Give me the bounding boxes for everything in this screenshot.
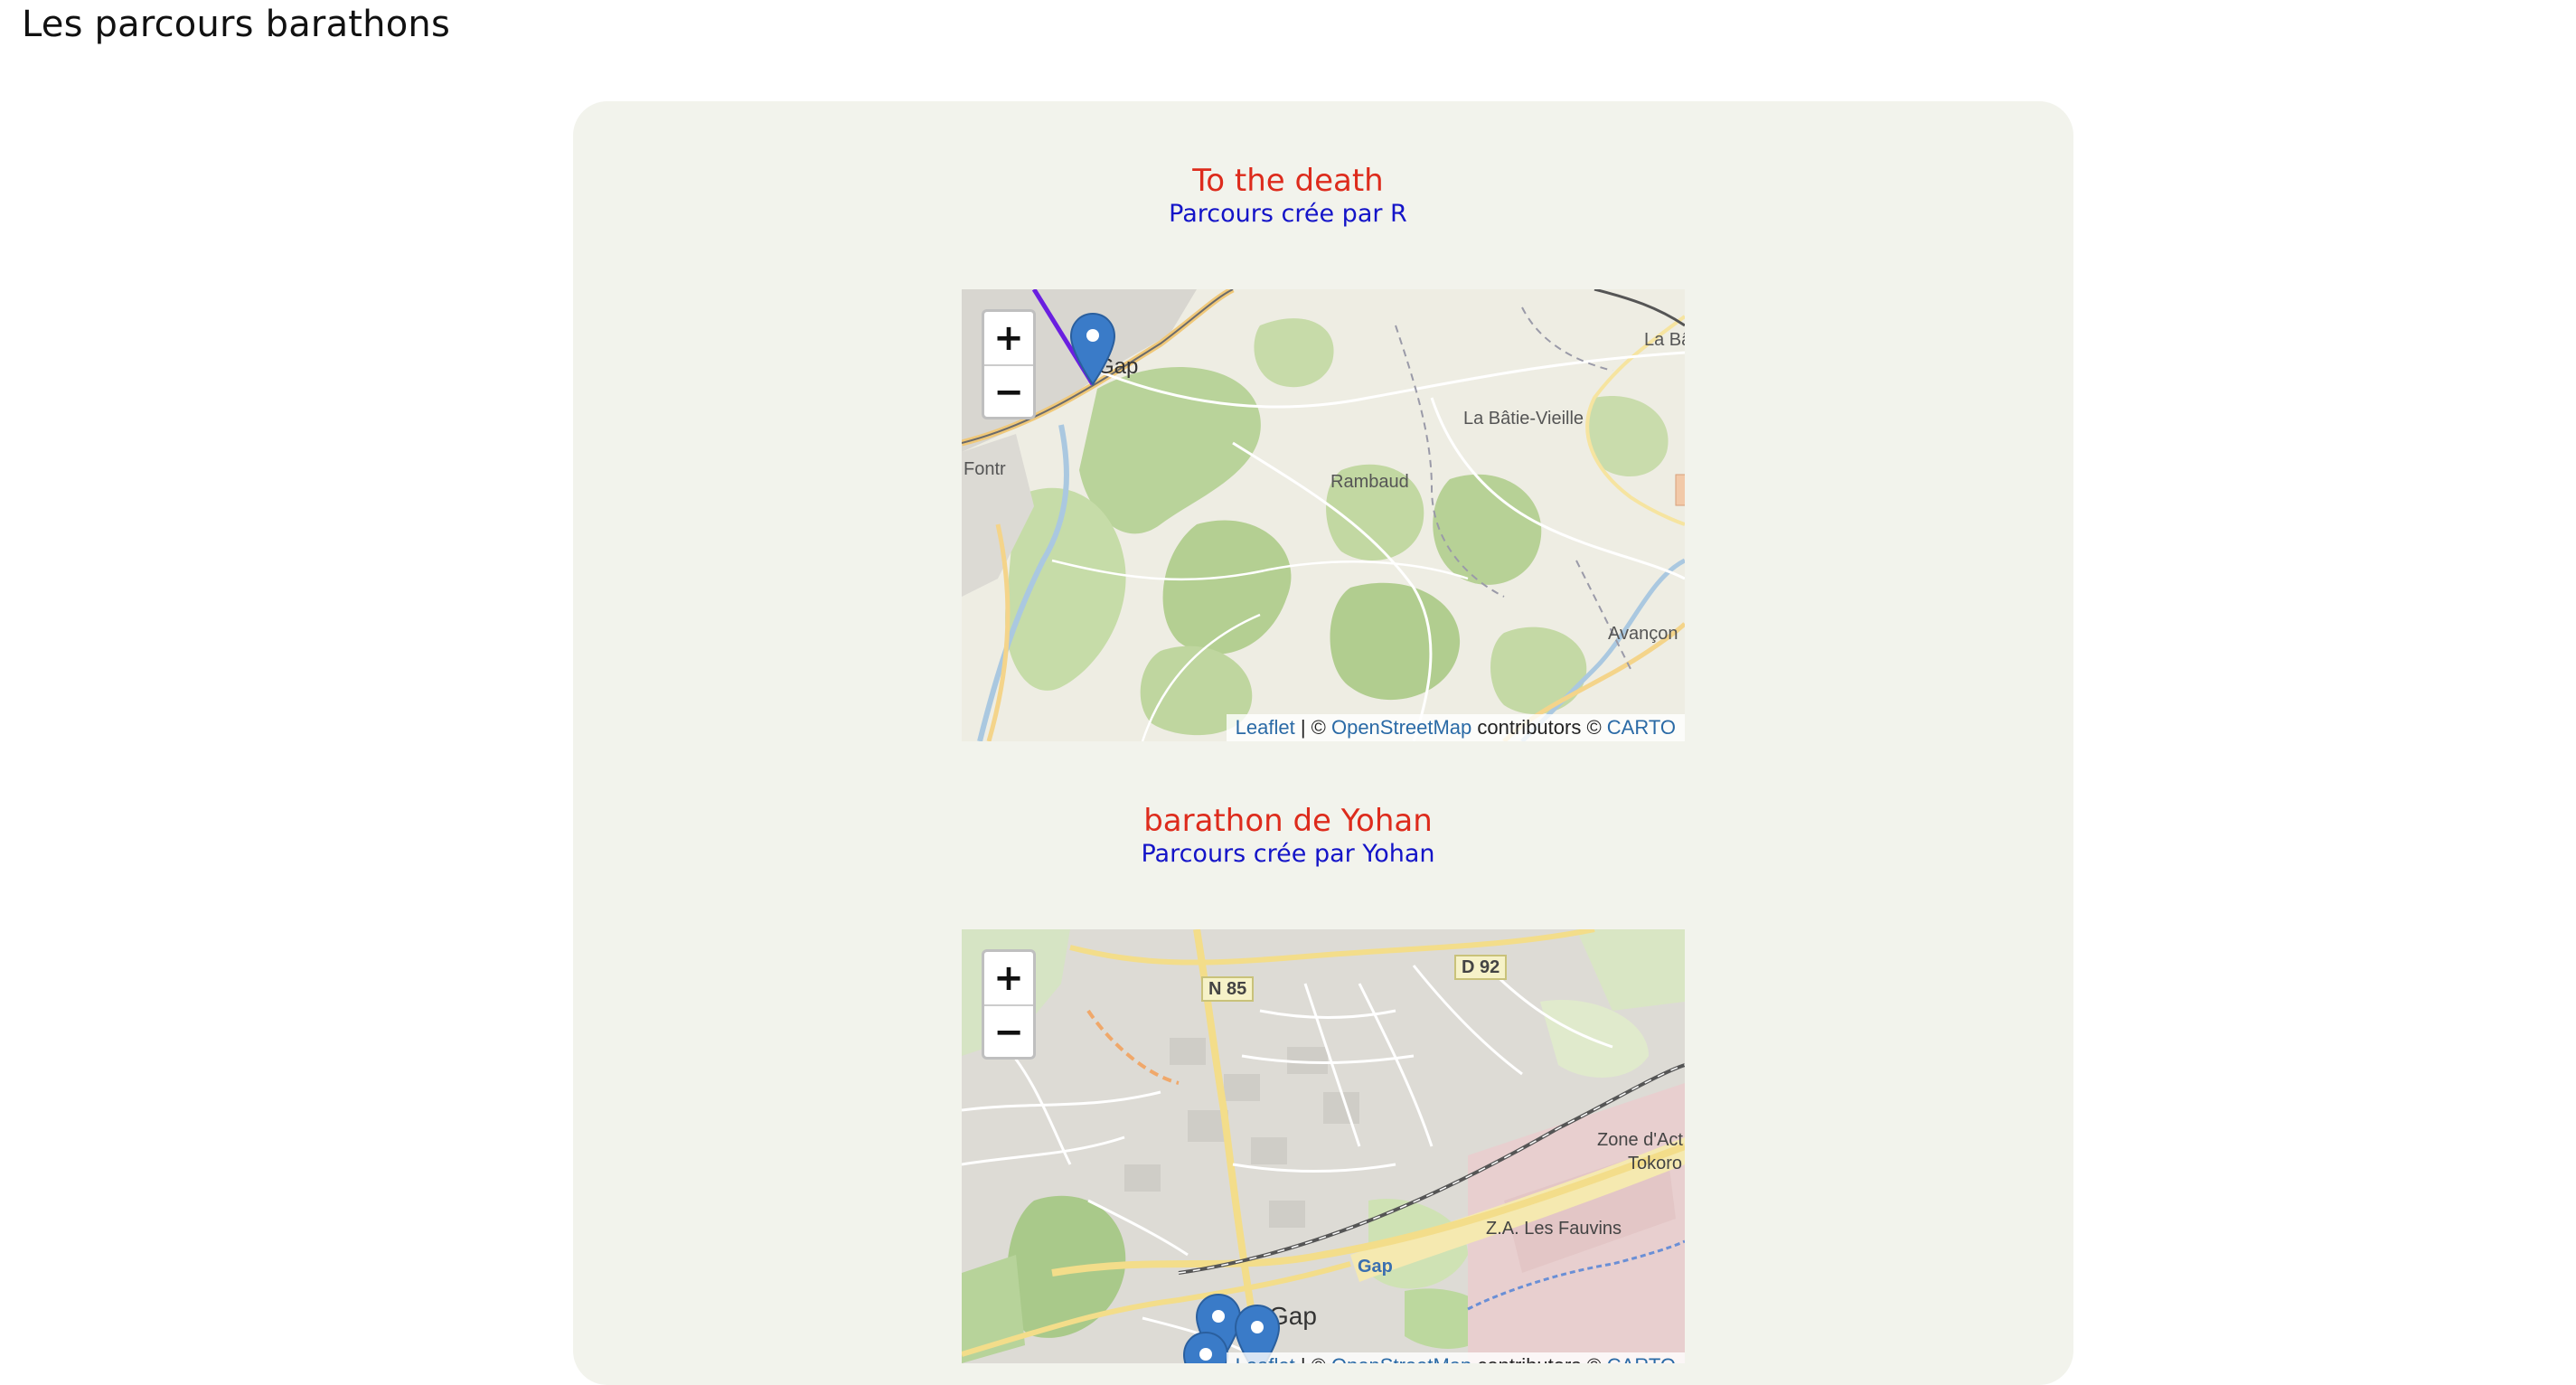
leaflet-link[interactable]: Leaflet	[1236, 716, 1295, 739]
map-label-la-batie-vieille: La Bâtie-Vieille	[1463, 409, 1584, 429]
map-label-avancon: Avançon	[1608, 624, 1678, 644]
page-title: Les parcours barathons	[22, 4, 450, 45]
attribution-sep: | ©	[1294, 716, 1331, 739]
route-card-1: To the death Parcours crée par R	[0, 163, 2576, 230]
zoom-control: + −	[982, 949, 1036, 1060]
zoom-out-button[interactable]: −	[984, 366, 1033, 419]
attribution-contributors: contributors ©	[1471, 1354, 1607, 1363]
route-title: barathon de Yohan	[1143, 803, 1433, 839]
attribution-sep: | ©	[1295, 1354, 1331, 1363]
map-marker-icon[interactable]	[1182, 1331, 1229, 1363]
map-tiles	[962, 929, 1685, 1363]
attribution-contributors: contributors ©	[1471, 716, 1607, 739]
map-label-la-ba: La Bâ	[1644, 330, 1685, 350]
map-label-zone-dact: Zone d'Act	[1597, 1130, 1683, 1150]
route-author: Parcours crée par Yohan	[1141, 840, 1435, 868]
carto-link[interactable]: CARTO	[1607, 1354, 1676, 1363]
route-card-2: barathon de Yohan Parcours crée par Yoha…	[0, 803, 2576, 870]
zoom-in-button[interactable]: +	[984, 952, 1033, 1006]
road-shield-d92: D 92	[1454, 955, 1508, 980]
leaflet-link[interactable]: Leaflet	[1236, 1354, 1295, 1363]
map-attribution: Leaflet | © OpenStreetMap contributors ©…	[1226, 1352, 1685, 1363]
route-author: Parcours crée par R	[1169, 200, 1407, 228]
route-title: To the death	[1192, 163, 1384, 199]
zoom-control: + −	[982, 309, 1036, 419]
map-label-fontr: Fontr	[964, 459, 1006, 479]
zoom-out-button[interactable]: −	[984, 1006, 1033, 1059]
map-label-za-fauvins: Z.A. Les Fauvins	[1486, 1219, 1622, 1239]
map-label-gap-station: Gap	[1358, 1257, 1393, 1277]
openstreetmap-link[interactable]: OpenStreetMap	[1331, 716, 1471, 739]
zoom-in-button[interactable]: +	[984, 312, 1033, 366]
map-label-rambaud: Rambaud	[1330, 472, 1409, 492]
carto-link[interactable]: CARTO	[1607, 716, 1676, 739]
route-map-2[interactable]: N 85 D 92 Zone d'Act Tokoro Z.A. Les Fau…	[962, 929, 1685, 1363]
map-attribution: Leaflet | © OpenStreetMap contributors ©…	[1226, 714, 1685, 741]
map-marker-icon[interactable]	[1069, 312, 1116, 386]
road-shield-n85: N 85	[1201, 976, 1255, 1002]
openstreetmap-link[interactable]: OpenStreetMap	[1331, 1354, 1471, 1363]
route-map-1[interactable]: Gap La Bâtie-Vieille Rambaud Avançon La …	[962, 289, 1685, 741]
map-label-tokoro: Tokoro	[1628, 1154, 1683, 1173]
